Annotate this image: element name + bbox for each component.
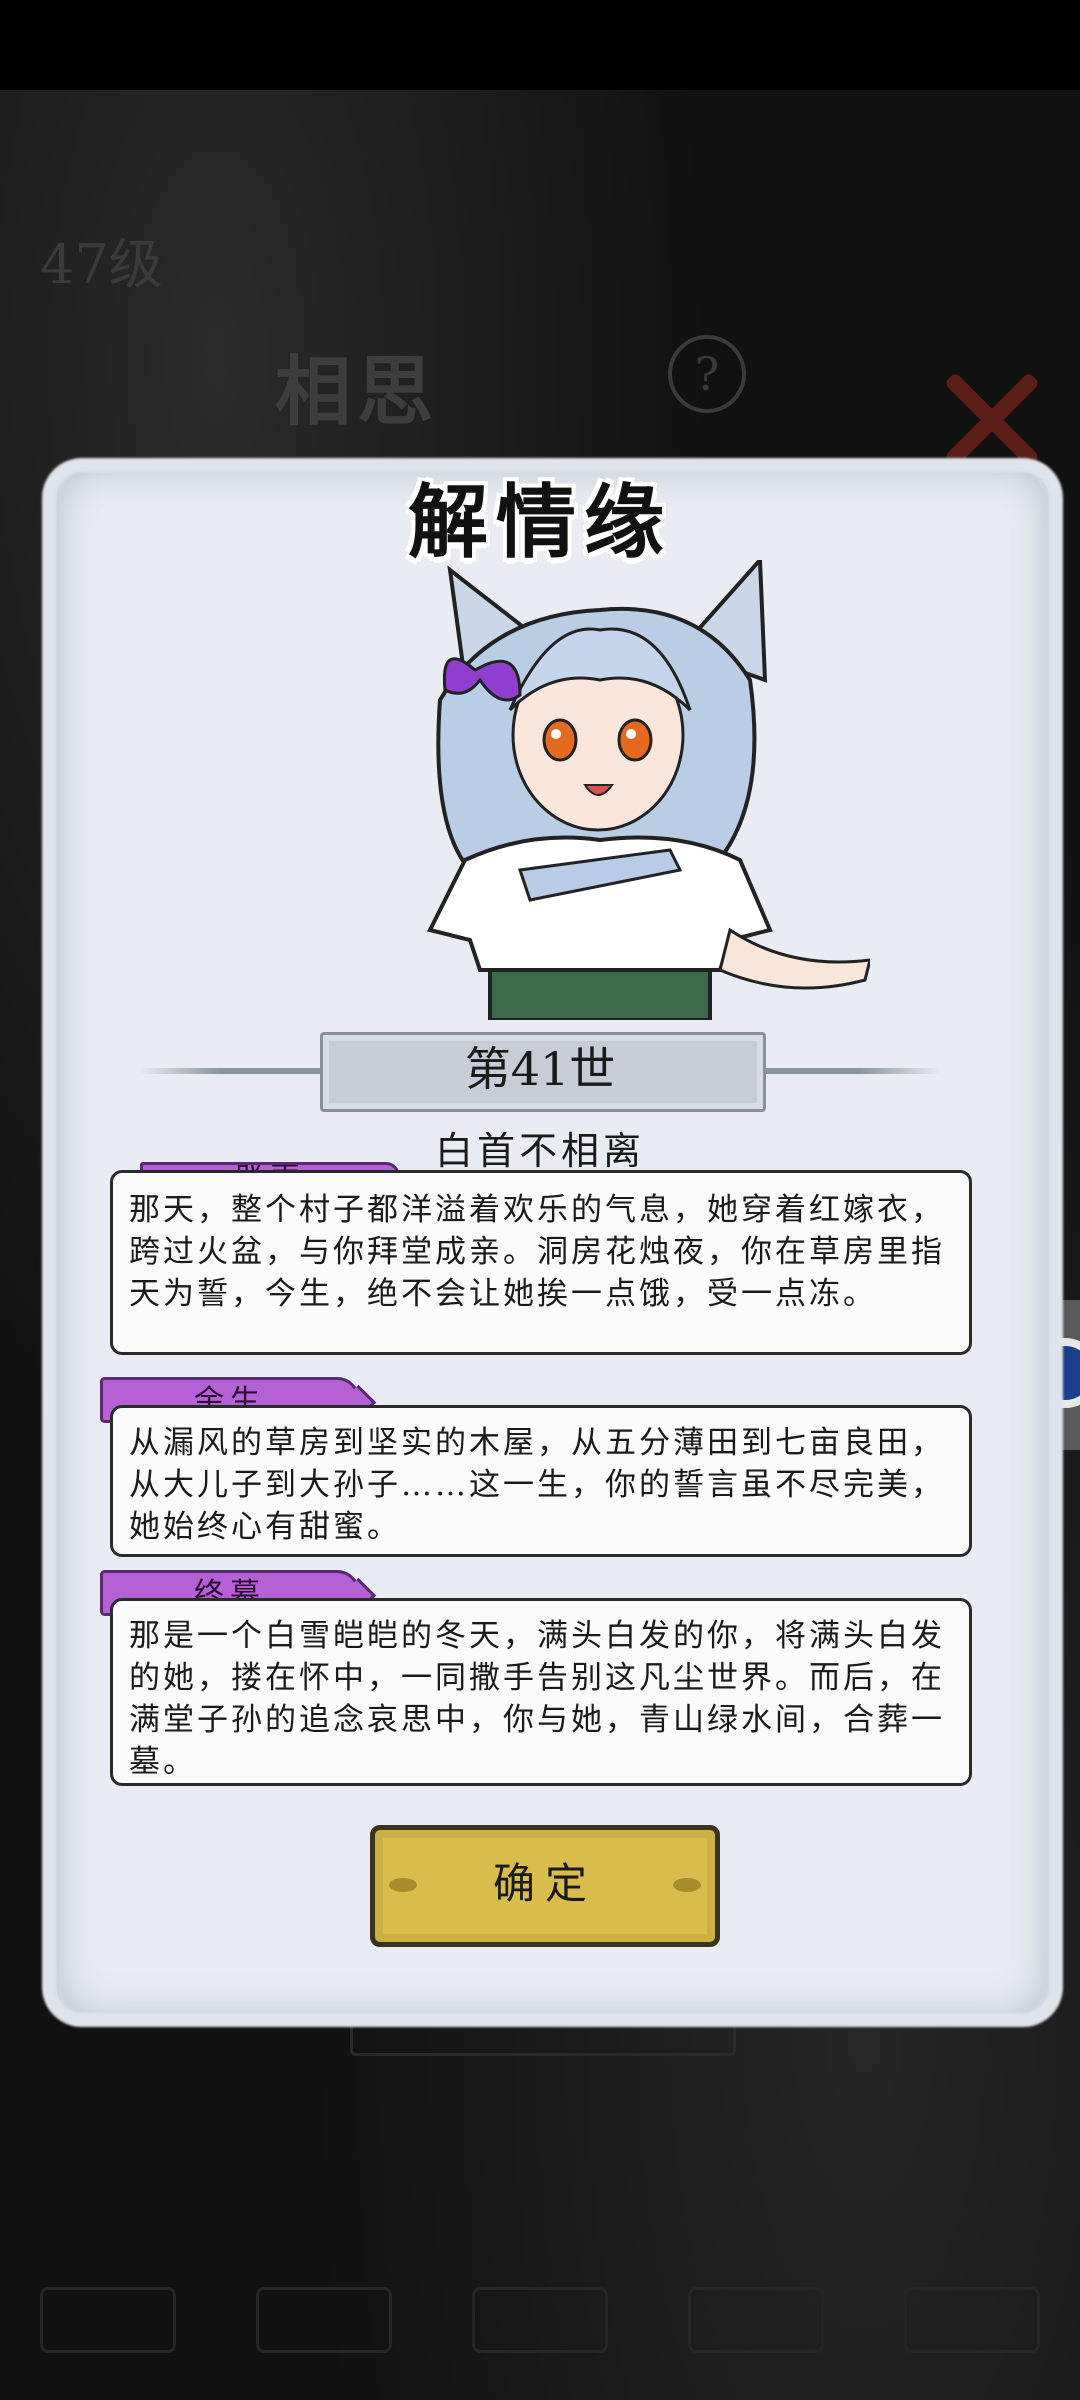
generation-label: 第41世 <box>464 1042 616 1096</box>
dialog-title: 解情缘 <box>408 475 672 569</box>
generation-banner: 第41世 <box>140 1030 940 1112</box>
bottom-nav <box>0 2240 1080 2400</box>
story-text: 那是一个白雪皑皑的冬天，满头白发的你，将满头白发的她，搂在怀中，一同撒手告别这凡… <box>110 1598 972 1786</box>
confirm-label: 确定 <box>492 1859 597 1908</box>
level-label: 47级 <box>40 233 163 296</box>
help-icon: ? <box>668 335 746 413</box>
confirm-button[interactable]: 确定 <box>370 1825 720 1947</box>
leaf-ornament-icon <box>673 1878 701 1892</box>
bottom-tab <box>256 2287 392 2353</box>
story-text: 从漏风的草房到坚实的木屋，从五分薄田到七亩良田，从大儿子到大孙子……这一生，你的… <box>110 1405 972 1557</box>
fate-dialog: 解情缘 第41世 白首不相离 成亲 那天，整个村子都洋溢着欢乐的气息，她穿着红嫁… <box>40 430 1045 2030</box>
bottom-tab <box>40 2287 176 2353</box>
bottom-tab <box>472 2287 608 2353</box>
leaf-ornament-icon <box>389 1878 417 1892</box>
background-section-title: 相思 <box>275 347 439 436</box>
story-text: 那天，整个村子都洋溢着欢乐的气息，她穿着红嫁衣，跨过火盆，与你拜堂成亲。洞房花烛… <box>110 1170 972 1355</box>
character-portrait <box>427 560 870 1020</box>
status-bar <box>0 0 1080 90</box>
bottom-tab <box>688 2287 824 2353</box>
bottom-tab <box>904 2287 1040 2353</box>
